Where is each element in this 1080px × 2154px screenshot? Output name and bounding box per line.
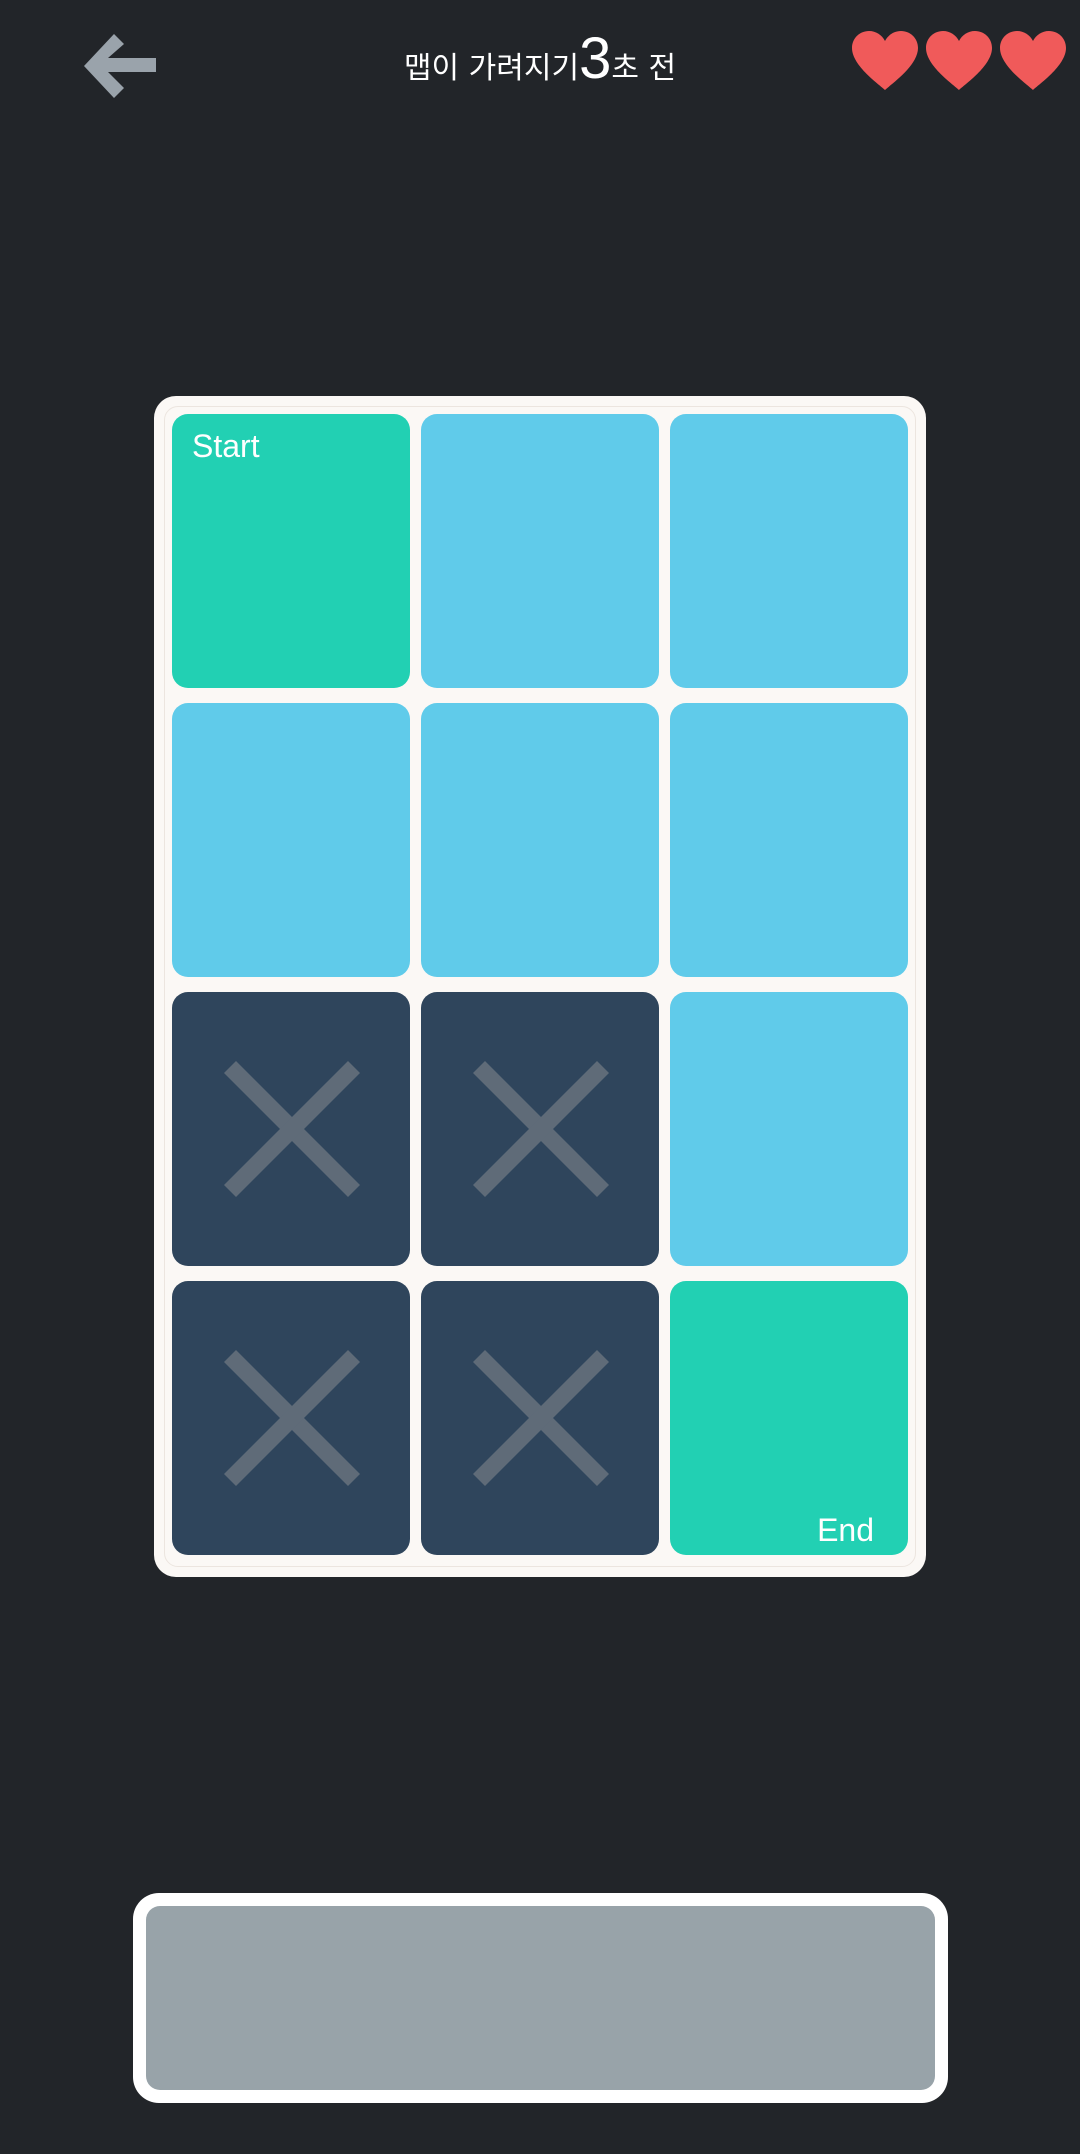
cell-end[interactable]: End xyxy=(670,1281,908,1555)
cell-blocked[interactable] xyxy=(172,1281,410,1555)
title-suffix: 초 전 xyxy=(611,51,677,86)
title-prefix: 맵이 가려지기 xyxy=(403,51,580,86)
cell-blocked[interactable] xyxy=(172,992,410,1266)
game-board: Start End xyxy=(154,396,926,1577)
x-mark-icon xyxy=(223,1349,361,1487)
heart-icon xyxy=(852,31,918,90)
lives-indicator xyxy=(850,30,1068,92)
heart-icon xyxy=(926,31,992,90)
x-mark-icon xyxy=(472,1349,610,1487)
answer-box[interactable] xyxy=(146,1906,935,2090)
x-mark-icon xyxy=(223,1060,361,1198)
end-label: End xyxy=(817,1512,874,1548)
cell-path[interactable] xyxy=(670,414,908,688)
x-mark-icon xyxy=(472,1060,610,1198)
start-label: Start xyxy=(192,428,260,464)
cell-path[interactable] xyxy=(670,703,908,977)
answer-panel xyxy=(133,1893,948,2103)
cell-blocked[interactable] xyxy=(421,992,659,1266)
cell-start[interactable]: Start xyxy=(172,414,410,688)
cell-path[interactable] xyxy=(172,703,410,977)
cell-path[interactable] xyxy=(421,414,659,688)
heart-icon xyxy=(1000,31,1066,90)
cell-path[interactable] xyxy=(421,703,659,977)
countdown-number: 3 xyxy=(579,26,612,91)
cell-path[interactable] xyxy=(670,992,908,1266)
cell-blocked[interactable] xyxy=(421,1281,659,1555)
